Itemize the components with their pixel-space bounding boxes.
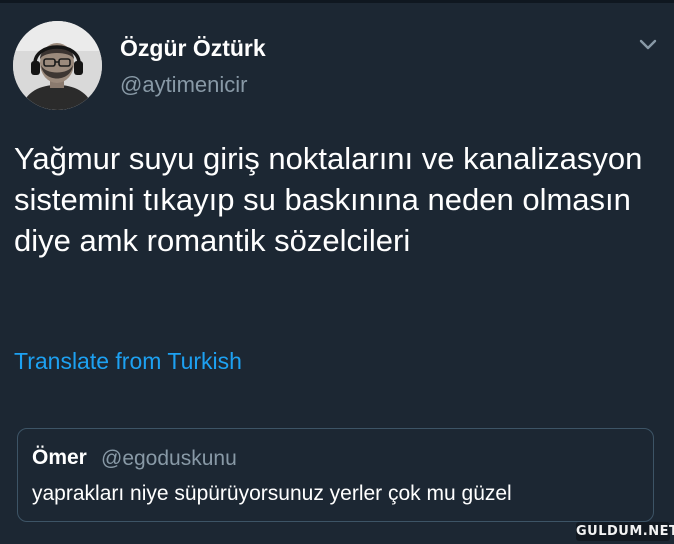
top-divider	[0, 0, 674, 3]
quoted-author-handle: @egoduskunu	[101, 447, 237, 470]
author-display-name[interactable]: Özgür Öztürk	[120, 35, 266, 62]
author-handle[interactable]: @aytimenicir	[120, 72, 247, 98]
quoted-tweet-card[interactable]: Ömer @egoduskunu yaprakları niye süpürüy…	[17, 428, 654, 522]
quoted-author-name: Ömer	[32, 446, 87, 469]
avatar-photo	[13, 21, 102, 110]
chevron-down-icon[interactable]	[636, 36, 660, 54]
avatar[interactable]	[13, 21, 102, 110]
quoted-tweet-text: yaprakları niye süpürüyorsunuz yerler ço…	[32, 482, 512, 505]
translate-link[interactable]: Translate from Turkish	[14, 348, 242, 375]
watermark-logo: GULDUM.NET	[576, 522, 674, 541]
tweet-text: Yağmur suyu giriş noktalarını ve kanaliz…	[14, 141, 643, 258]
